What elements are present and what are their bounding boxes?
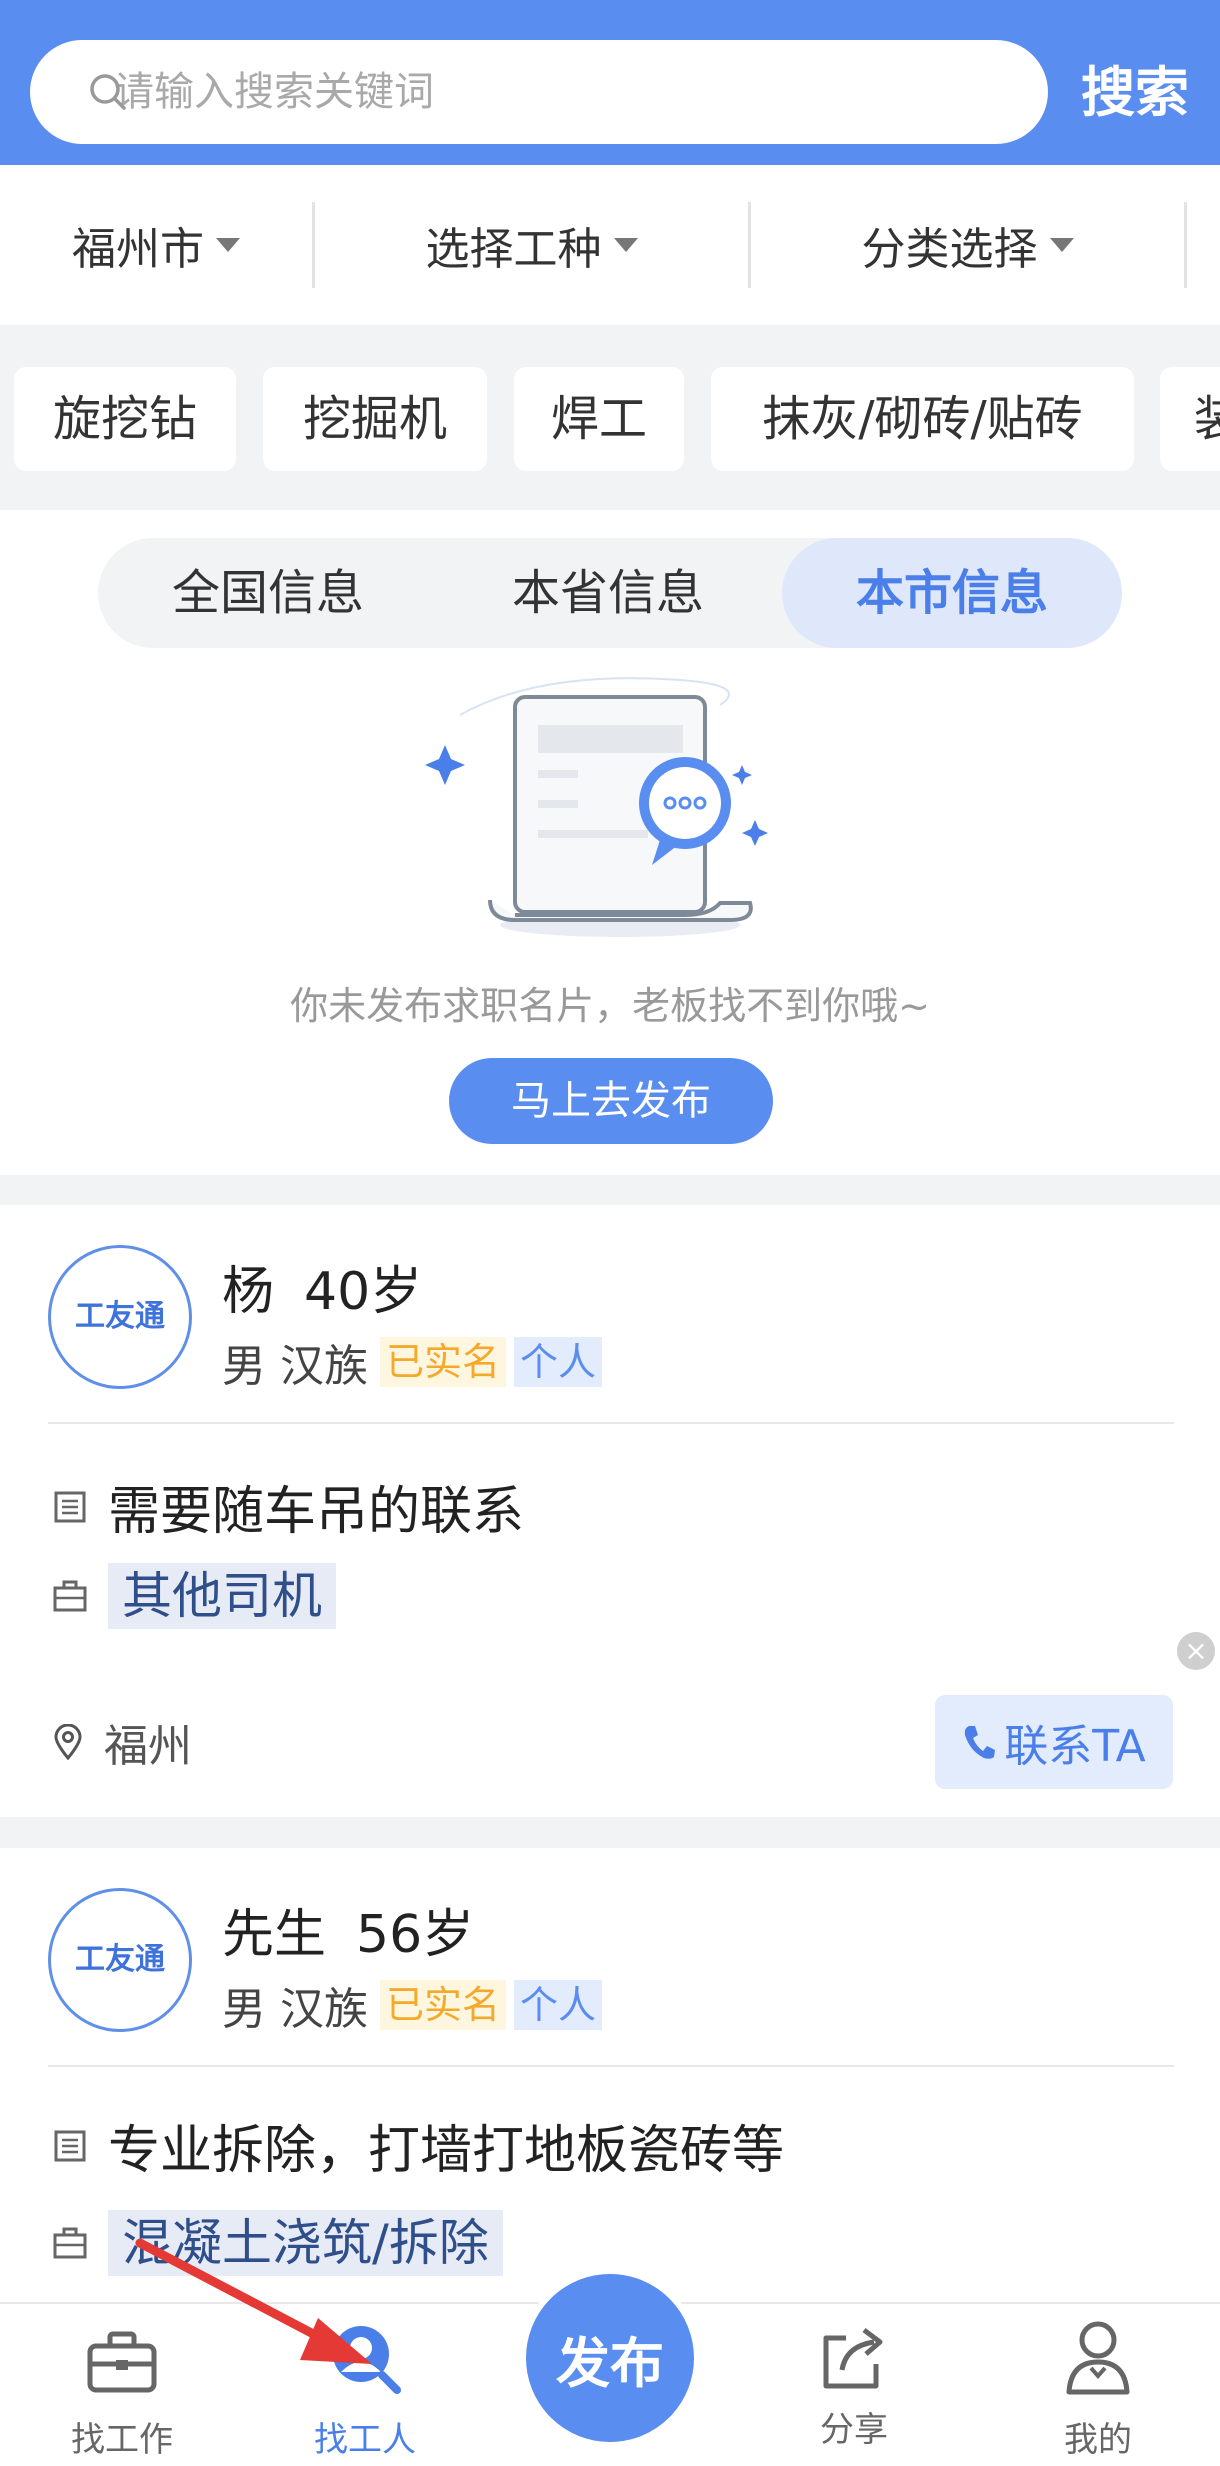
worker-description: 需要随车吊的联系 [108, 1482, 525, 1542]
briefcase-icon [53, 2227, 87, 2259]
caret-down-icon [216, 238, 240, 252]
tag-item[interactable]: 焊工 [514, 367, 684, 471]
search-icon [90, 74, 126, 110]
caret-down-icon [613, 238, 638, 252]
worker-location: 福州 [104, 1721, 192, 1772]
worker-name-age: 杨 40岁 [222, 1249, 422, 1324]
worker-gender: 男 [222, 1341, 266, 1392]
contact-button-label: 联系TA [1004, 1721, 1146, 1772]
worker-name: 杨 [222, 1262, 275, 1322]
tag-item[interactable]: 装 [1160, 367, 1220, 471]
header-bar: 搜索 [0, 0, 1220, 165]
empty-document-illustration [425, 677, 768, 937]
share-icon [823, 2328, 883, 2389]
nav-share[interactable]: 分享 [754, 2304, 954, 2466]
tab-city[interactable]: 本市信息 [782, 538, 1122, 648]
category-row: 其他司机 [52, 1563, 336, 1629]
verified-badge: 已实名 [380, 1337, 507, 1387]
category-filter[interactable]: 分类选择 [751, 165, 1184, 325]
worker-name: 先生 [222, 1905, 327, 1965]
divider [48, 2065, 1174, 2067]
trade-filter[interactable]: 选择工种 [315, 165, 748, 325]
contact-button[interactable]: 联系TA [935, 1695, 1173, 1789]
scope-segmented-control: 全国信息 本省信息 本市信息 [98, 538, 1122, 648]
tag-item[interactable]: 挖掘机 [263, 367, 487, 471]
location-pin-icon [54, 1724, 82, 1760]
worker-category: 混凝土浇筑/拆除 [108, 2210, 503, 2276]
worker-age: 56岁 [356, 1905, 475, 1965]
publish-button[interactable]: 发布 [520, 2268, 700, 2448]
phone-icon [965, 1726, 996, 1759]
list-icon [54, 1491, 86, 1522]
empty-state: 你未发布求职名片，老板找不到你哦~ 马上去发布 [0, 675, 1220, 1175]
worker-meta: 男 汉族 已实名 个人 [222, 1973, 603, 2037]
scope-section: 全国信息 本省信息 本市信息 [0, 510, 1220, 675]
divider [48, 1422, 1174, 1424]
worker-card[interactable]: 工友通 先生 56岁 男 汉族 已实名 个人 专业拆除，打墙打地板瓷砖等 混凝土浇… [0, 1848, 1220, 2318]
search-button[interactable]: 搜索 [1070, 58, 1200, 128]
worker-description: 专业拆除，打墙打地板瓷砖等 [108, 2121, 785, 2181]
worker-age: 40岁 [304, 1262, 423, 1322]
nav-find-job[interactable]: 找工作 [22, 2304, 222, 2466]
company-logo: 工友通 [48, 1888, 192, 2032]
verified-badge: 已实名 [380, 1980, 507, 2030]
city-filter[interactable]: 福州市 [0, 165, 312, 325]
nav-mine[interactable]: 我的 [998, 2304, 1198, 2466]
user-icon [1066, 2321, 1130, 2395]
nav-label: 我的 [1064, 2420, 1132, 2460]
trade-tag-row[interactable]: 旋挖钻 挖掘机 焊工 抹灰/砌砖/贴砖 装 [0, 325, 1220, 510]
location-row: 福州 [52, 1710, 192, 1774]
description-row: 需要随车吊的联系 [52, 1469, 524, 1544]
worker-ethnicity: 汉族 [280, 1341, 368, 1392]
briefcase-icon [87, 2331, 157, 2393]
filter-bar: 福州市 选择工种 分类选择 [0, 165, 1220, 325]
nav-label: 找工人 [314, 2420, 416, 2460]
nav-find-worker[interactable]: 找工人 [265, 2304, 465, 2466]
city-filter-label: 福州市 [72, 224, 204, 275]
nav-label: 分享 [820, 2410, 888, 2450]
worker-card[interactable]: 工友通 杨 40岁 男 汉族 已实名 个人 需要随车吊的联系 其他司机 福州 联… [0, 1205, 1220, 1817]
list-icon [54, 2130, 86, 2161]
search-input[interactable] [114, 69, 1014, 115]
worker-ethnicity: 汉族 [280, 1984, 368, 2035]
close-icon[interactable]: × [1177, 1632, 1215, 1670]
worker-gender: 男 [222, 1984, 266, 2035]
worker-category: 其他司机 [108, 1563, 336, 1629]
empty-state-message: 你未发布求职名片，老板找不到你哦~ [290, 984, 930, 1028]
personal-badge: 个人 [514, 1980, 603, 2030]
person-search-icon [333, 2326, 401, 2394]
caret-down-icon [1049, 238, 1074, 252]
tag-item[interactable]: 旋挖钻 [14, 367, 236, 471]
search-box[interactable] [30, 40, 1048, 144]
tag-item[interactable]: 抹灰/砌砖/贴砖 [711, 367, 1134, 471]
tab-province[interactable]: 本省信息 [438, 538, 778, 648]
tab-national[interactable]: 全国信息 [98, 538, 438, 648]
worker-meta: 男 汉族 已实名 个人 [222, 1330, 603, 1394]
category-row: 混凝土浇筑/拆除 [52, 2210, 503, 2276]
nav-label: 找工作 [71, 2420, 173, 2460]
divider [1184, 202, 1187, 288]
publish-now-button[interactable]: 马上去发布 [449, 1058, 773, 1144]
company-logo: 工友通 [48, 1245, 192, 1389]
briefcase-icon [53, 1580, 87, 1612]
trade-filter-label: 选择工种 [425, 224, 602, 275]
description-row: 专业拆除，打墙打地板瓷砖等 [52, 2108, 784, 2183]
worker-name-age: 先生 56岁 [222, 1892, 474, 1967]
personal-badge: 个人 [514, 1337, 603, 1387]
category-filter-label: 分类选择 [861, 224, 1038, 275]
